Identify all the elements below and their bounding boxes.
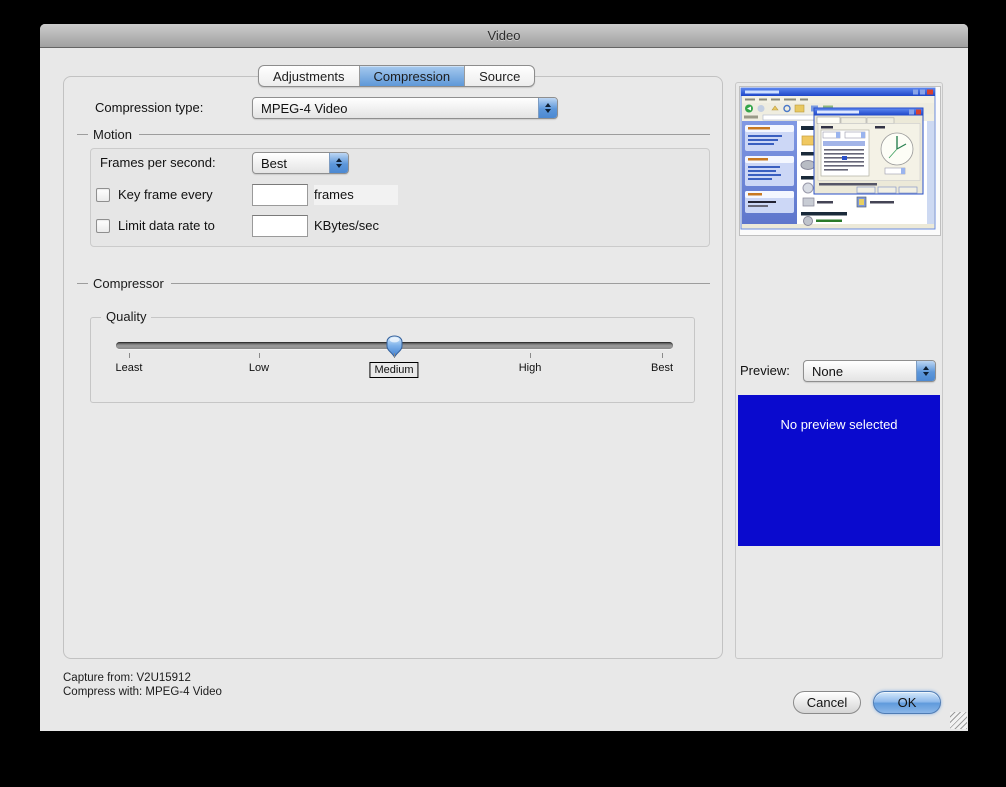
- slider-label-medium: Medium: [369, 362, 418, 378]
- tab-source[interactable]: Source: [465, 66, 534, 86]
- keyframe-label: Key frame every: [118, 184, 213, 206]
- up-down-arrows-icon: [916, 361, 935, 381]
- up-down-arrows-icon: [538, 98, 557, 118]
- datarate-label: Limit data rate to: [118, 215, 215, 237]
- motion-section-header: Motion: [77, 126, 710, 142]
- keyframe-input[interactable]: [252, 184, 308, 206]
- preview-panel: Preview: None No preview selected: [735, 82, 943, 659]
- status-text: Capture from: V2U15912 Compress with: MP…: [63, 672, 222, 699]
- tab-compression[interactable]: Compression: [360, 66, 466, 86]
- slider-label-low: Low: [249, 362, 269, 374]
- tab-bar: Adjustments Compression Source: [258, 65, 535, 87]
- slider-tick: [394, 353, 395, 358]
- datarate-unit-label: KBytes/sec: [314, 216, 379, 236]
- up-down-arrows-icon: [329, 153, 348, 173]
- compressor-section-label: Compressor: [93, 276, 164, 291]
- slider-tick: [530, 353, 531, 358]
- fps-select[interactable]: Best: [252, 152, 349, 174]
- motion-section-label: Motion: [93, 127, 132, 142]
- compress-with-status: Compress with: MPEG-4 Video: [63, 686, 222, 700]
- fps-label: Frames per second:: [100, 152, 216, 174]
- capture-from-status: Capture from: V2U15912: [63, 672, 222, 686]
- slider-label-least: Least: [116, 362, 143, 374]
- keyframe-checkbox[interactable]: [96, 188, 110, 202]
- preview-value: None: [804, 364, 916, 379]
- fps-value: Best: [253, 156, 329, 171]
- quality-group-label: Quality: [101, 309, 151, 324]
- window-titlebar[interactable]: Video: [40, 24, 968, 48]
- slider-label-high: High: [519, 362, 542, 374]
- slider-tick: [259, 353, 260, 358]
- resize-grip-icon[interactable]: [950, 712, 967, 729]
- slider-tick: [662, 353, 663, 358]
- datarate-input[interactable]: [252, 215, 308, 237]
- preview-message: No preview selected: [780, 417, 897, 546]
- cancel-button[interactable]: Cancel: [793, 691, 861, 714]
- preview-message-box: No preview selected: [738, 395, 940, 546]
- slider-label-best: Best: [651, 362, 673, 374]
- compressor-section-header: Compressor: [77, 275, 710, 291]
- keyframe-unit-label: frames: [314, 185, 398, 205]
- datarate-checkbox[interactable]: [96, 219, 110, 233]
- video-dialog-window: Video Adjustments Compression Source Com…: [40, 24, 968, 731]
- preview-select[interactable]: None: [803, 360, 936, 382]
- tab-adjustments[interactable]: Adjustments: [259, 66, 360, 86]
- compression-type-select[interactable]: MPEG-4 Video: [252, 97, 558, 119]
- window-title: Video: [487, 28, 520, 43]
- ok-button[interactable]: OK: [873, 691, 941, 714]
- compression-type-value: MPEG-4 Video: [253, 101, 538, 116]
- slider-tick: [129, 353, 130, 358]
- quality-group: Quality Least Low Me: [90, 317, 695, 403]
- capture-preview-thumbnail: [739, 86, 941, 236]
- compression-type-label: Compression type:: [95, 97, 203, 119]
- preview-label: Preview:: [740, 360, 790, 382]
